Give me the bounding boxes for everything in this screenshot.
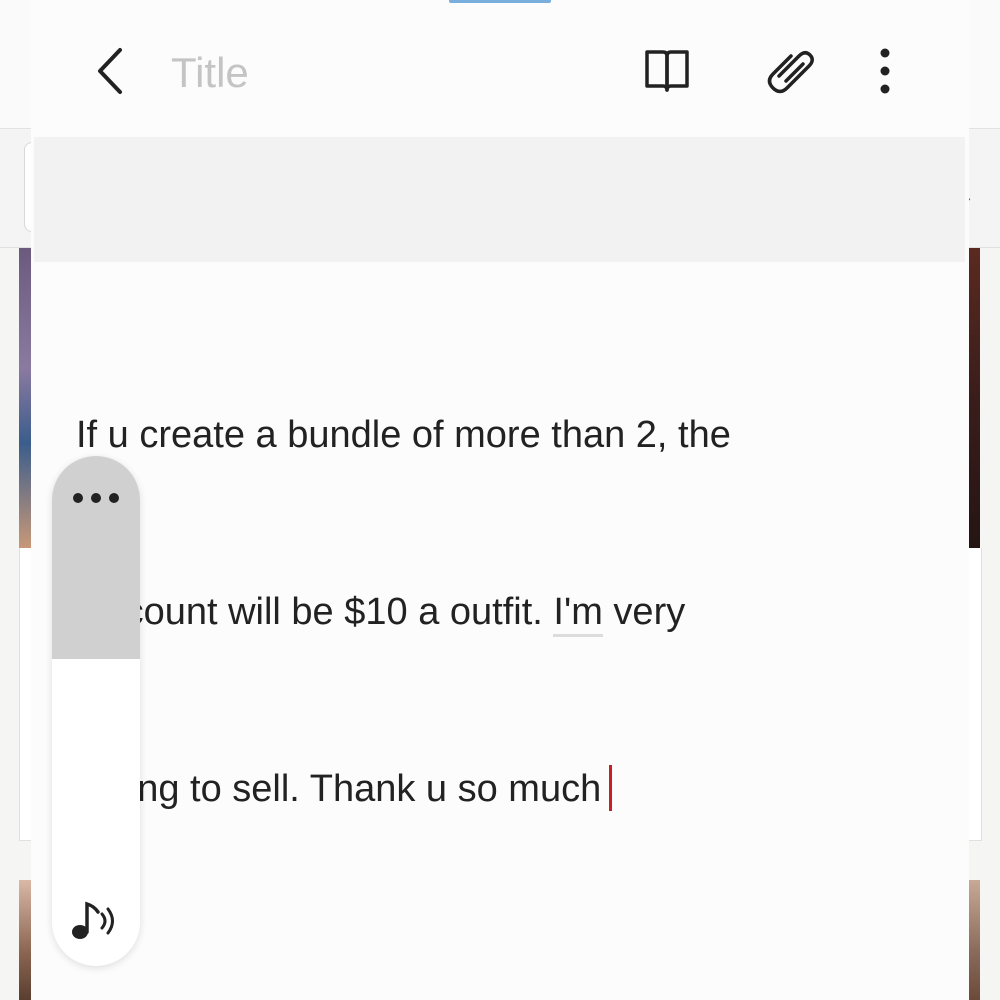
title-input[interactable] — [171, 48, 551, 98]
reader-mode-button[interactable] — [637, 40, 697, 100]
more-vertical-icon — [880, 48, 890, 94]
music-sound-icon — [72, 901, 114, 939]
paperclip-icon — [767, 51, 814, 94]
floating-side-panel[interactable] — [52, 456, 140, 966]
spellcheck-word[interactable]: I'm — [553, 591, 603, 637]
more-options-button[interactable] — [857, 40, 917, 100]
note-line: discount will be $10 a outfit. I'm very — [76, 583, 936, 642]
note-body-text[interactable]: If u create a bundle of more than 2, the… — [76, 288, 936, 937]
panel-more-button[interactable] — [72, 490, 120, 506]
chevron-left-icon — [98, 48, 122, 94]
note-line: willing to sell. Thank u so much — [76, 760, 936, 819]
sound-button[interactable] — [68, 896, 126, 946]
background-photo — [19, 248, 31, 548]
note-header — [31, 0, 969, 136]
back-button[interactable] — [85, 42, 141, 98]
note-text-segment: very — [602, 591, 686, 633]
note-popup: If u create a bundle of more than 2, the… — [31, 0, 969, 1000]
floating-panel-header[interactable] — [52, 456, 140, 659]
background-photo — [968, 880, 980, 1000]
background-photo — [968, 248, 980, 548]
note-body-editor[interactable]: If u create a bundle of more than 2, the… — [76, 288, 936, 937]
text-cursor — [609, 765, 613, 811]
note-text-segment: willing to sell. Thank u so much — [76, 768, 602, 810]
attach-button[interactable] — [761, 40, 821, 100]
note-line: If u create a bundle of more than 2, the — [76, 414, 731, 456]
more-horizontal-icon — [73, 493, 119, 503]
book-icon — [645, 50, 689, 92]
formatting-toolbar-area — [34, 137, 965, 262]
background-card — [968, 548, 982, 841]
background-photo — [19, 880, 31, 1000]
note-text-segment: discount will be $10 a outfit. — [76, 591, 554, 633]
